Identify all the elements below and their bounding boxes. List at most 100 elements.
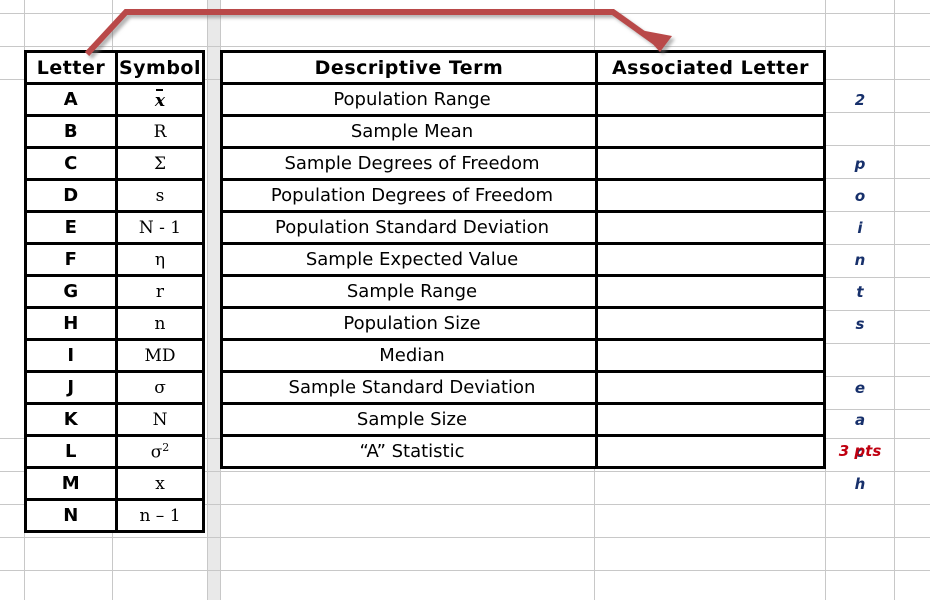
descriptive-term-cell: Sample Size [220, 402, 598, 437]
spreadsheet-screen: Letter Symbol AxBRCΣDsEN - 1 Fη Gr Hn I MD Jσ K… [0, 0, 930, 600]
letter-cell: I [24, 338, 118, 373]
table-row: Hn [24, 306, 205, 341]
letter-cell: C [24, 146, 118, 181]
table-row: Sample Expected Value [220, 242, 826, 277]
symbol-cell: r [115, 274, 205, 309]
associated-letter-answer-cell[interactable] [595, 306, 826, 341]
table-header-row: Descriptive Term Associated Letter [220, 50, 826, 85]
table-row: Gr [24, 274, 205, 309]
table-row: BR [24, 114, 205, 149]
descriptive-term-cell: “A” Statistic [220, 434, 598, 469]
letter-cell: G [24, 274, 118, 309]
grid-row-line [0, 13, 930, 14]
symbol-cell: η [115, 242, 205, 277]
table-row: Population Degrees of Freedom [220, 178, 826, 213]
table-row: Sample Size [220, 402, 826, 437]
descriptive-term-cell: Sample Standard Deviation [220, 370, 598, 405]
descriptive-term-cell: Population Degrees of Freedom [220, 178, 598, 213]
table-row: Population Size [220, 306, 826, 341]
points-char: t [856, 283, 864, 301]
associated-letter-answer-cell[interactable] [595, 274, 826, 309]
table-row: Ds [24, 178, 205, 213]
letter-symbol-table: Letter Symbol AxBRCΣDsEN - 1 Fη Gr Hn I MD Jσ K… [24, 50, 205, 533]
letter-cell: B [24, 114, 118, 149]
table-row: Sample Degrees of Freedom [220, 146, 826, 181]
symbol-cell: s [115, 178, 205, 213]
term-table-body: Population Range Sample Mean Sample Degree… [220, 82, 826, 469]
header-letter: Letter [24, 50, 118, 85]
letter-cell: F [24, 242, 118, 277]
table-row: Ax [24, 82, 205, 117]
symbol-cell: n [115, 306, 205, 341]
table-row: Median [220, 338, 826, 373]
descriptive-term-cell: Sample Mean [220, 114, 598, 149]
associated-letter-answer-cell[interactable] [595, 114, 826, 149]
descriptive-term-cell: Population Size [220, 306, 598, 341]
table-row: Nn – 1 [24, 498, 205, 533]
letter-cell: M [24, 466, 118, 501]
narrow-spacer-column [207, 0, 220, 600]
symbol-cell: x [115, 466, 205, 501]
grid-column-line [894, 0, 895, 600]
grid-row-line [0, 537, 930, 538]
points-char: 2 [854, 91, 866, 109]
letter-cell: A [24, 82, 118, 117]
points-char: e [854, 379, 866, 397]
associated-letter-answer-cell[interactable] [595, 338, 826, 373]
letter-cell: D [24, 178, 118, 213]
symbol-cell: N [115, 402, 205, 437]
points-char: s [855, 315, 865, 333]
associated-letter-answer-cell[interactable] [595, 434, 826, 469]
table-row: “A” Statistic [220, 434, 826, 469]
table-row: Population Range [220, 82, 826, 117]
symbol-cell: n – 1 [115, 498, 205, 533]
letter-cell: L [24, 434, 118, 469]
descriptive-term-cell: Median [220, 338, 598, 373]
table-row: EN - 1 [24, 210, 205, 245]
descriptive-term-table: Descriptive Term Associated Letter Popul… [220, 50, 826, 469]
descriptive-term-cell: Sample Expected Value [220, 242, 598, 277]
associated-letter-answer-cell[interactable] [595, 178, 826, 213]
table-row: Sample Standard Deviation [220, 370, 826, 405]
points-char: o [854, 187, 866, 205]
table-row: Sample Mean [220, 114, 826, 149]
x-bar-glyph: x [154, 88, 166, 111]
table-row: I MD [24, 338, 205, 373]
descriptive-term-cell: Sample Range [220, 274, 598, 309]
symbol-cell: MD [115, 338, 205, 373]
symbol-cell: σ2 [115, 434, 205, 469]
associated-letter-answer-cell[interactable] [595, 242, 826, 277]
letter-cell: H [24, 306, 118, 341]
table-row: KN [24, 402, 205, 437]
points-char: n [854, 251, 866, 269]
associated-letter-answer-cell[interactable] [595, 402, 826, 437]
associated-letter-answer-cell[interactable] [595, 370, 826, 405]
descriptive-term-cell: Sample Degrees of Freedom [220, 146, 598, 181]
table-header-row: Letter Symbol [24, 50, 205, 85]
grid-row-line [0, 570, 930, 571]
table-row: Fη [24, 242, 205, 277]
symbol-cell: Σ [115, 146, 205, 181]
letter-cell: E [24, 210, 118, 245]
points-each-annotation: 2 points each [826, 84, 894, 500]
table-row: Mx [24, 466, 205, 501]
grid-column-line [207, 0, 208, 600]
letter-cell: N [24, 498, 118, 533]
points-char: a [854, 411, 866, 429]
associated-letter-answer-cell[interactable] [595, 146, 826, 181]
grid-row-line [0, 46, 930, 47]
associated-letter-answer-cell[interactable] [595, 82, 826, 117]
points-char: h [854, 475, 866, 493]
table-row: Sample Range [220, 274, 826, 309]
points-char: i [857, 219, 863, 237]
letter-cell: K [24, 402, 118, 437]
symbol-cell: x [115, 82, 205, 117]
three-points-annotation: 3 pts [838, 442, 882, 460]
descriptive-term-cell: Population Range [220, 82, 598, 117]
descriptive-term-cell: Population Standard Deviation [220, 210, 598, 245]
associated-letter-answer-cell[interactable] [595, 210, 826, 245]
header-symbol: Symbol [115, 50, 205, 85]
letter-cell: J [24, 370, 118, 405]
points-char: p [854, 155, 866, 173]
table-row: Jσ [24, 370, 205, 405]
